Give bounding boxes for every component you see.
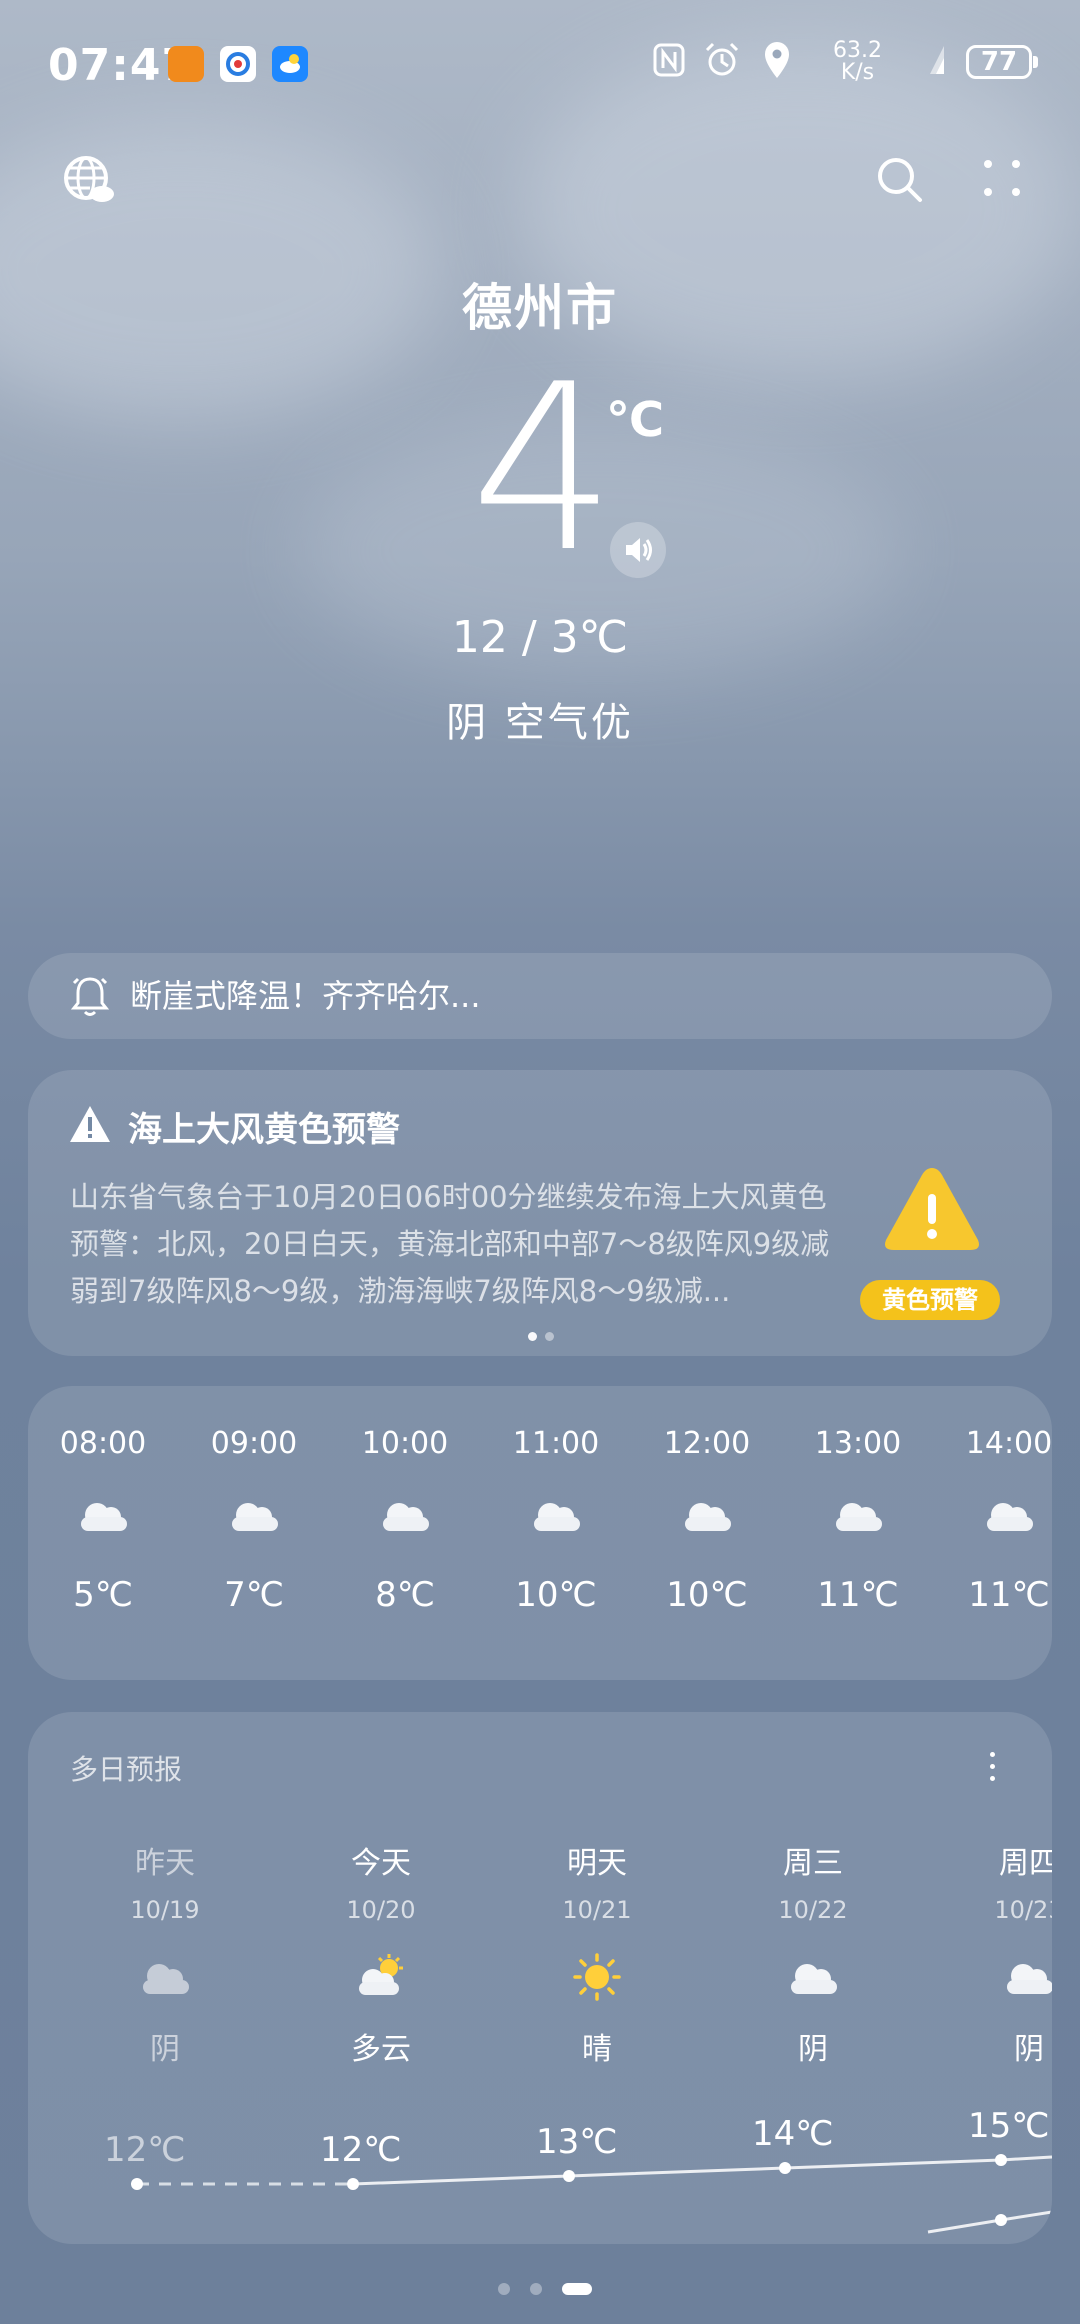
network-speed-value: 63.2 (833, 38, 882, 63)
status-bar: 07:47 63.2 K/s 77 (0, 0, 1080, 130)
hour-temperature: 10℃ (666, 1575, 748, 1615)
hour-temperature: 11℃ (968, 1575, 1050, 1615)
hour-time: 11:00 (512, 1426, 600, 1461)
temperature-unit: ℃ (606, 392, 665, 448)
hour-temperature: 10℃ (515, 1575, 597, 1615)
page-indicator[interactable] (488, 2278, 602, 2297)
hour-temperature: 11℃ (817, 1575, 899, 1615)
app-notification-icon (220, 46, 256, 82)
high-low-temperature: 12 / 3℃ (451, 612, 629, 663)
hourly-forecast[interactable]: 08:00 5℃ 09:00 7℃ 10:00 8℃ 11:00 10℃ 12:… (28, 1386, 1052, 1680)
multi-day-forecast[interactable]: 多日预报 昨天 10/19 阴 今天 10/20 多云 明天 10/21 晴 周… (28, 1712, 1052, 2244)
network-speed: 63.2 K/s (833, 40, 882, 84)
city-name[interactable]: 德州市 (0, 268, 1080, 340)
battery-indicator: 77 (966, 45, 1038, 79)
cloudy-icon (81, 1503, 127, 1531)
bell-icon (70, 977, 110, 1016)
hourly-item: 11:00 10℃ (501, 1426, 611, 1615)
speaker-icon (626, 538, 652, 562)
hourly-item: 08:00 5℃ (48, 1426, 158, 1615)
notice-text: 断崖式降温！齐齐哈尔... (130, 977, 481, 1015)
hourly-item: 12:00 10℃ (652, 1426, 762, 1615)
yellow-warning-icon (885, 1168, 979, 1250)
cloudy-icon (987, 1503, 1033, 1531)
hour-time: 08:00 (59, 1426, 147, 1461)
hour-time: 14:00 (965, 1426, 1052, 1461)
cloudy-icon (383, 1503, 429, 1531)
warning-triangle-icon (70, 1106, 110, 1142)
warning-body: 山东省气象台于10月20日06时00分继续发布海上大风黄色预警：北风，20日白天… (70, 1180, 830, 1308)
network-speed-unit: K/s (840, 60, 875, 85)
warning-level-badge: 黄色预警 (860, 1280, 1000, 1320)
weather-warning-card[interactable]: 海上大风黄色预警 山东省气象台于10月20日06时00分继续发布海上大风黄色预警… (28, 1070, 1052, 1356)
temperature-trend-line (131, 2154, 1052, 2234)
cloudy-icon (232, 1503, 278, 1531)
hour-time: 10:00 (361, 1426, 449, 1461)
hour-time: 12:00 (663, 1426, 751, 1461)
hourly-item: 14:00 11℃ (954, 1426, 1052, 1615)
app-notification-icon (168, 46, 204, 82)
warning-page-indicator (524, 1326, 558, 1345)
weather-news-notice[interactable]: 断崖式降温！齐齐哈尔... (28, 953, 1052, 1039)
current-temperature: 4 (470, 336, 617, 603)
city-management-icon[interactable] (60, 152, 116, 208)
hour-temperature: 8℃ (375, 1575, 435, 1615)
hourly-item: 09:00 7℃ (199, 1426, 309, 1615)
warning-title: 海上大风黄色预警 (128, 1110, 400, 1150)
nfc-icon (653, 43, 685, 77)
page-dot (545, 1332, 554, 1341)
hourly-item: 10:00 8℃ (350, 1426, 460, 1615)
cloudy-icon (685, 1503, 731, 1531)
page-dot-active (562, 2282, 592, 2295)
cloudy-icon (534, 1503, 580, 1531)
hourly-item: 13:00 11℃ (803, 1426, 913, 1615)
hour-temperature: 5℃ (73, 1575, 133, 1615)
hour-time: 09:00 (210, 1426, 298, 1461)
signal-icon (930, 46, 944, 74)
search-icon[interactable] (872, 152, 928, 208)
hour-temperature: 7℃ (224, 1575, 284, 1615)
hour-time: 13:00 (814, 1426, 902, 1461)
page-dot (528, 1332, 537, 1341)
voice-broadcast-button[interactable] (610, 522, 666, 578)
page-dot (530, 2282, 542, 2295)
app-notification-icon (272, 46, 308, 82)
alarm-icon (705, 42, 739, 76)
location-icon (765, 42, 789, 78)
page-dot (498, 2282, 510, 2295)
weather-condition: 阴 空气优 (446, 700, 634, 746)
more-menu-icon[interactable] (976, 152, 1032, 208)
cloudy-icon (836, 1503, 882, 1531)
